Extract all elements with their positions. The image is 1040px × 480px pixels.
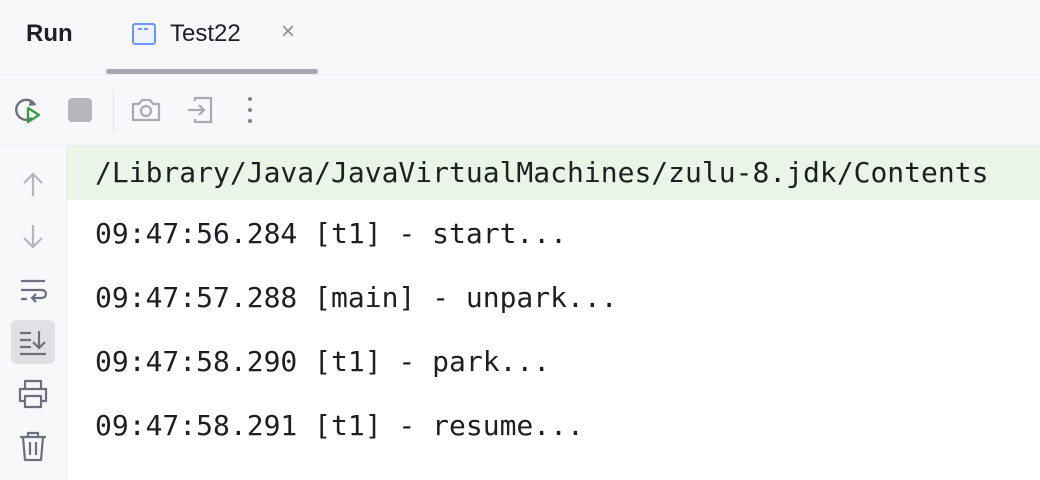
console-gutter [0, 146, 67, 480]
run-config-icon [132, 23, 156, 45]
scroll-to-end-button[interactable] [11, 320, 55, 364]
run-toolbar [0, 75, 1040, 146]
tab-label: Test22 [170, 20, 241, 47]
screenshot-button[interactable] [129, 93, 163, 127]
tab-selected-indicator [106, 69, 318, 74]
console-output[interactable]: /Library/Java/JavaVirtualMachines/zulu-8… [67, 146, 1040, 480]
close-icon[interactable]: × [276, 20, 300, 44]
trash-icon [20, 431, 46, 462]
scroll-up-button[interactable] [11, 162, 55, 206]
console-line: 09:47:58.290 [t1] - park... [95, 345, 551, 378]
rerun-button[interactable] [10, 93, 44, 127]
scroll-down-button[interactable] [11, 215, 55, 259]
arrow-up-icon [23, 172, 43, 196]
console-line: 09:47:57.288 [main] - unpark... [95, 281, 618, 314]
stop-button[interactable] [63, 93, 97, 127]
console-line: 09:47:58.291 [t1] - resume... [95, 409, 584, 442]
arrow-down-icon [23, 225, 43, 249]
console-command-line: /Library/Java/JavaVirtualMachines/zulu-8… [67, 146, 1040, 200]
stop-icon [68, 98, 92, 122]
toolbar-separator [113, 90, 114, 130]
more-button[interactable] [233, 93, 267, 127]
console-line: 09:47:56.284 [t1] - start... [95, 217, 568, 250]
more-icon [248, 97, 252, 123]
tool-window-title: Run [26, 20, 73, 47]
soft-wrap-icon [21, 279, 48, 303]
print-button[interactable] [11, 372, 55, 416]
scroll-to-end-icon [20, 331, 46, 356]
soft-wrap-button[interactable] [11, 268, 55, 312]
exit-icon [188, 96, 213, 124]
camera-icon [131, 98, 161, 122]
tab-test22[interactable]: Test22 × [106, 0, 318, 74]
rerun-icon [15, 98, 41, 124]
clear-all-button[interactable] [11, 424, 55, 468]
print-icon [18, 379, 48, 409]
exit-button[interactable] [183, 93, 217, 127]
run-tool-window-header: Run Test22 × [0, 0, 1040, 75]
